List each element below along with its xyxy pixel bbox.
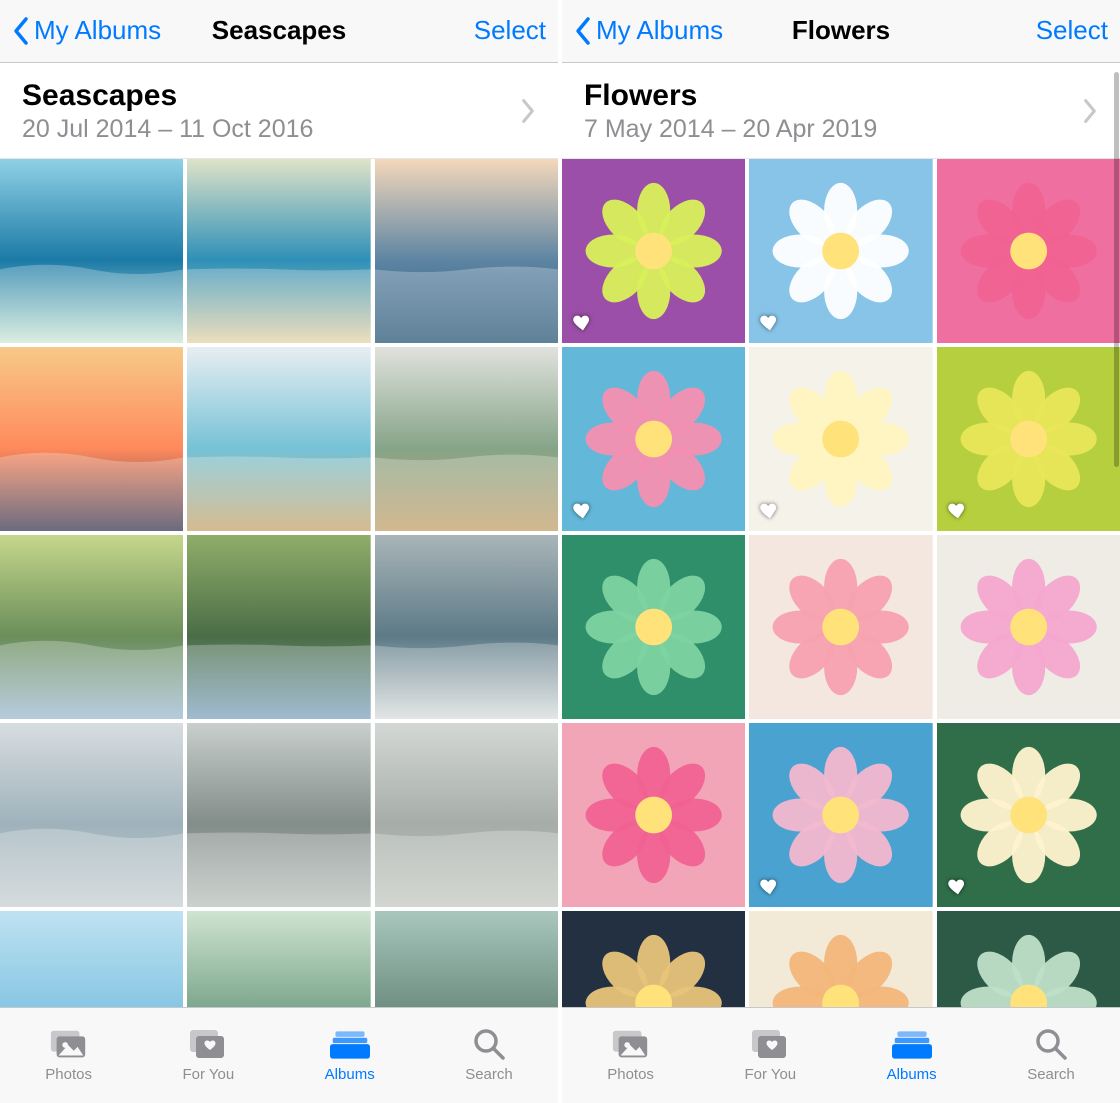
- tab-label: Photos: [607, 1066, 654, 1083]
- photo-thumbnail[interactable]: [375, 347, 558, 531]
- photo-thumbnail[interactable]: [562, 911, 745, 1007]
- tab-label: Albums: [325, 1066, 375, 1083]
- album-title: Flowers: [584, 79, 877, 114]
- photo-thumbnail[interactable]: [749, 911, 932, 1007]
- albums-icon: [892, 1022, 932, 1062]
- heart-icon: [759, 875, 781, 897]
- heart-icon: [759, 311, 781, 333]
- photo-thumbnail[interactable]: [187, 347, 370, 531]
- photo-thumbnail[interactable]: [187, 911, 370, 1007]
- photo-thumbnail[interactable]: [187, 159, 370, 343]
- search-icon: [469, 1022, 509, 1062]
- search-icon: [1031, 1022, 1071, 1062]
- photo-thumbnail[interactable]: [375, 723, 558, 907]
- tab-search[interactable]: Search: [465, 1022, 513, 1083]
- tab-photos[interactable]: Photos: [45, 1022, 92, 1083]
- photo-thumbnail[interactable]: [187, 535, 370, 719]
- photo-thumbnail[interactable]: [937, 911, 1120, 1007]
- photo-thumbnail[interactable]: [562, 535, 745, 719]
- photo-thumbnail[interactable]: [749, 723, 932, 907]
- tab-bar: Photos For You Albums Search: [562, 1007, 1120, 1103]
- photo-thumbnail[interactable]: [749, 347, 932, 531]
- scroll-indicator[interactable]: [1114, 72, 1119, 467]
- photo-thumbnail[interactable]: [749, 159, 932, 343]
- photo-thumbnail[interactable]: [0, 347, 183, 531]
- albums-icon: [330, 1022, 370, 1062]
- chevron-right-icon: [520, 98, 536, 124]
- heart-icon: [947, 499, 969, 521]
- tab-label: Albums: [887, 1066, 937, 1083]
- navbar: My Albums Flowers Select: [562, 0, 1120, 63]
- select-button[interactable]: Select: [1036, 15, 1108, 46]
- tab-photos[interactable]: Photos: [607, 1022, 654, 1083]
- photo-grid: [562, 159, 1120, 1007]
- photo-thumbnail[interactable]: [562, 159, 745, 343]
- tab-for-you[interactable]: For You: [182, 1022, 234, 1083]
- back-button[interactable]: My Albums: [574, 15, 723, 46]
- photo-thumbnail[interactable]: [375, 535, 558, 719]
- photo-thumbnail[interactable]: [749, 535, 932, 719]
- tab-label: For You: [182, 1066, 234, 1083]
- photo-thumbnail[interactable]: [937, 159, 1120, 343]
- heart-icon: [572, 499, 594, 521]
- album-header[interactable]: Seascapes 20 Jul 2014 – 11 Oct 2016: [0, 63, 558, 160]
- photo-thumbnail[interactable]: [562, 723, 745, 907]
- for-you-icon: [188, 1022, 228, 1062]
- heart-icon: [572, 311, 594, 333]
- chevron-left-icon: [12, 16, 30, 46]
- for-you-icon: [750, 1022, 790, 1062]
- photo-thumbnail[interactable]: [937, 723, 1120, 907]
- select-button[interactable]: Select: [474, 15, 546, 46]
- tab-label: Search: [1027, 1066, 1075, 1083]
- album-header[interactable]: Flowers 7 May 2014 – 20 Apr 2019: [562, 63, 1120, 160]
- tab-label: Search: [465, 1066, 513, 1083]
- photo-thumbnail[interactable]: [562, 347, 745, 531]
- photo-thumbnail[interactable]: [0, 723, 183, 907]
- album-title: Seascapes: [22, 79, 313, 114]
- photo-thumbnail[interactable]: [187, 723, 370, 907]
- heart-icon: [759, 499, 781, 521]
- navbar: My Albums Seascapes Select: [0, 0, 558, 63]
- photo-thumbnail[interactable]: [375, 159, 558, 343]
- photo-thumbnail[interactable]: [0, 535, 183, 719]
- tab-for-you[interactable]: For You: [744, 1022, 796, 1083]
- photo-thumbnail[interactable]: [0, 159, 183, 343]
- photo-thumbnail[interactable]: [937, 535, 1120, 719]
- album-date-range: 20 Jul 2014 – 11 Oct 2016: [22, 115, 313, 144]
- photos-icon: [49, 1022, 89, 1062]
- tab-bar: Photos For You Albums Search: [0, 1007, 558, 1103]
- photo-grid: [0, 159, 558, 1007]
- chevron-right-icon: [1082, 98, 1098, 124]
- tab-label: For You: [744, 1066, 796, 1083]
- album-date-range: 7 May 2014 – 20 Apr 2019: [584, 115, 877, 144]
- photo-thumbnail[interactable]: [0, 911, 183, 1007]
- back-label: My Albums: [34, 15, 161, 46]
- photo-thumbnail[interactable]: [375, 911, 558, 1007]
- photos-icon: [611, 1022, 651, 1062]
- tab-label: Photos: [45, 1066, 92, 1083]
- heart-icon: [947, 875, 969, 897]
- pane-seascapes: My Albums Seascapes Select Seascapes 20 …: [0, 0, 558, 1103]
- chevron-left-icon: [574, 16, 592, 46]
- photo-thumbnail[interactable]: [937, 347, 1120, 531]
- tab-albums[interactable]: Albums: [887, 1022, 937, 1083]
- tab-albums[interactable]: Albums: [325, 1022, 375, 1083]
- tab-search[interactable]: Search: [1027, 1022, 1075, 1083]
- back-label: My Albums: [596, 15, 723, 46]
- pane-flowers: My Albums Flowers Select Flowers 7 May 2…: [562, 0, 1120, 1103]
- back-button[interactable]: My Albums: [12, 15, 161, 46]
